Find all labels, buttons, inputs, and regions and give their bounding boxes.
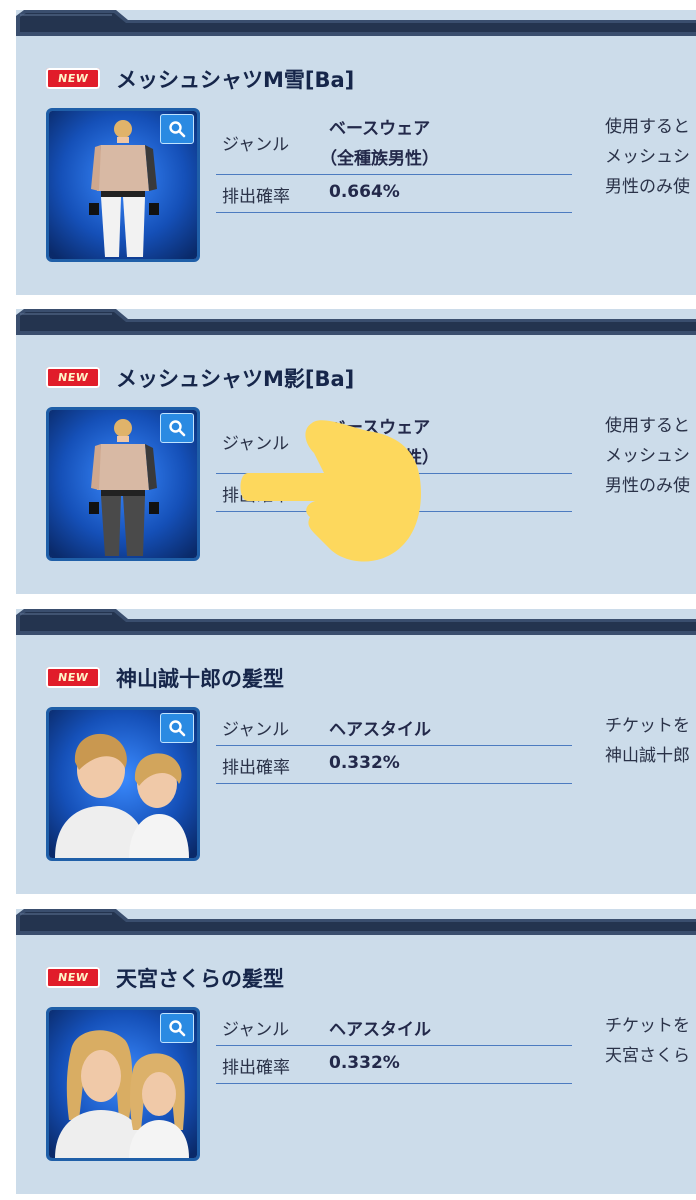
hand-pointer-overlay-icon [240,409,432,565]
item-card: NEW メッシュシャツM影[Ba] ジャンル ベースウェア 使用すると メッシュ… [16,309,696,594]
description-line: 神山誠十郎 [605,746,690,766]
genre-label: ジャンル [222,135,290,155]
genre-value: ヘアスタイル [329,720,431,740]
item-title: 神山誠十郎の髪型 [116,667,284,691]
item-card: NEW 天宮さくらの髪型 ジャンル ヘアスタイル 排出確率 0.332% チケッ… [16,909,696,1194]
rate-label: 排出確率 [222,758,290,778]
description-line: 男性のみ使 [605,177,690,197]
card-header-bar [16,609,696,635]
item-card: NEW 神山誠十郎の髪型 ジャンル ヘアスタイル 排出確率 0.332% チケッ… [16,609,696,894]
rate-label: 排出確率 [222,1058,290,1078]
item-thumbnail[interactable] [46,1007,200,1161]
item-card: NEW メッシュシャツM雪[Ba] ジャンル ベースウェア （全種族男性） 排出… [16,10,696,295]
genre-value: ベースウェア [329,119,431,139]
genre-row: ジャンル ヘアスタイル [216,1009,572,1046]
rate-row: 排出確率 0.664% [216,176,572,213]
description-line: 使用すると [605,117,690,137]
description-line: メッシュシ [605,446,690,466]
magnifier-icon[interactable] [160,413,194,443]
rate-row: 排出確率 0.332% [216,747,572,784]
new-badge: NEW [46,667,100,688]
new-badge: NEW [46,967,100,988]
genre-value-sub: （全種族男性） [320,149,439,169]
description-line: チケットを [605,1016,690,1036]
magnifier-icon[interactable] [160,114,194,144]
item-title: メッシュシャツM雪[Ba] [116,68,355,92]
magnifier-icon[interactable] [160,713,194,743]
card-header-bar [16,10,696,36]
genre-row: ジャンル ヘアスタイル [216,709,572,746]
item-thumbnail[interactable] [46,707,200,861]
description-line: メッシュシ [605,147,690,167]
new-badge: NEW [46,68,100,89]
card-header-bar [16,909,696,935]
rate-row: 排出確率 0.332% [216,1047,572,1084]
rate-value: 0.332% [329,1053,400,1073]
genre-row: ジャンル ベースウェア （全種族男性） [216,110,572,175]
genre-label: ジャンル [222,720,290,740]
description-line: チケットを [605,716,690,736]
item-title: メッシュシャツM影[Ba] [116,367,355,391]
rate-label: 排出確率 [222,187,290,207]
item-title: 天宮さくらの髪型 [116,967,284,991]
card-header-bar [16,309,696,335]
item-thumbnail[interactable] [46,108,200,262]
description-line: 使用すると [605,416,690,436]
rate-value: 0.332% [329,753,400,773]
description-line: 天宮さくら [605,1046,690,1066]
rate-value: 0.664% [329,182,400,202]
magnifier-icon[interactable] [160,1013,194,1043]
new-badge: NEW [46,367,100,388]
description-line: 男性のみ使 [605,476,690,496]
genre-value: ヘアスタイル [329,1020,431,1040]
item-thumbnail[interactable] [46,407,200,561]
genre-label: ジャンル [222,1020,290,1040]
